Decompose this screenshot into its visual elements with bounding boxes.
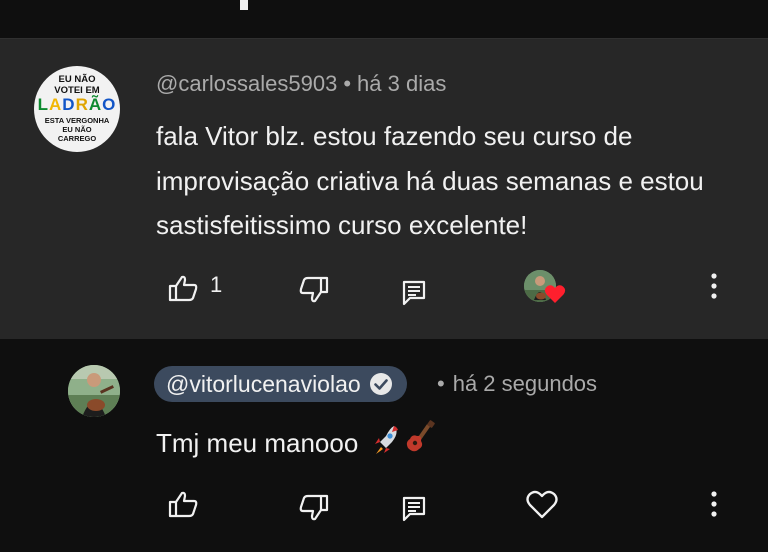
rocket-emoji-icon xyxy=(374,426,398,454)
comment-text-row: Tmj meu manooo xyxy=(156,420,438,459)
avatar-badge-line: EU NÃO xyxy=(62,125,92,134)
avatar-badge-word: LADRÃO xyxy=(37,95,117,114)
thumb-up-icon[interactable] xyxy=(167,274,199,302)
separator: • xyxy=(343,71,352,96)
reply-actions xyxy=(0,484,768,524)
comment-icon[interactable] xyxy=(402,496,426,522)
avatar-badge-line: ESTA VERGONHA xyxy=(44,116,110,125)
verified-check-icon xyxy=(369,373,392,395)
more-vert-icon[interactable] xyxy=(710,490,718,518)
heart-icon xyxy=(544,285,566,303)
comment-text: fala Vitor blz. estou fazendo seu curso … xyxy=(156,121,704,240)
comment-header: • há 2 segundos xyxy=(437,371,597,397)
more-vert-icon[interactable] xyxy=(710,272,718,300)
thumb-down-icon[interactable] xyxy=(298,276,330,304)
comment-age[interactable]: há 3 dias xyxy=(357,71,446,96)
avatar-badge-line: EU NÃO xyxy=(58,74,96,85)
avatar-badge-line: CARREGO xyxy=(57,134,97,143)
comment-header: @carlossales5903 • há 3 dias xyxy=(156,71,446,97)
reply-thread-item: @vitorlucenaviolao • há 2 segundos Tmj me… xyxy=(0,339,768,552)
thumb-down-icon[interactable] xyxy=(298,494,330,522)
guitar-emoji-icon xyxy=(406,420,435,452)
avatar[interactable] xyxy=(68,365,120,417)
author-name[interactable]: @carlossales5903 xyxy=(156,71,337,96)
comment-thread-item: EU NÃO VOTEI EM LADRÃO ESTA VERGONHA EU … xyxy=(0,39,768,339)
comment-age[interactable]: há 2 segundos xyxy=(453,371,597,396)
thumb-up-icon[interactable] xyxy=(167,490,199,518)
avatar[interactable]: EU NÃO VOTEI EM LADRÃO ESTA VERGONHA EU … xyxy=(34,66,120,152)
creator-name-chip[interactable]: @vitorlucenaviolao xyxy=(154,366,407,402)
comment-actions: 1 xyxy=(0,266,768,306)
separator: • xyxy=(437,371,445,396)
comment-icon[interactable] xyxy=(402,280,426,306)
like-count: 1 xyxy=(210,272,223,297)
heart-icon[interactable] xyxy=(526,490,558,520)
title-fragment xyxy=(240,0,248,10)
comment-text: Tmj meu manooo xyxy=(156,428,359,458)
top-bar xyxy=(0,0,768,39)
creator-heart-badge xyxy=(524,270,566,306)
author-name: @vitorlucenaviolao xyxy=(166,370,361,397)
